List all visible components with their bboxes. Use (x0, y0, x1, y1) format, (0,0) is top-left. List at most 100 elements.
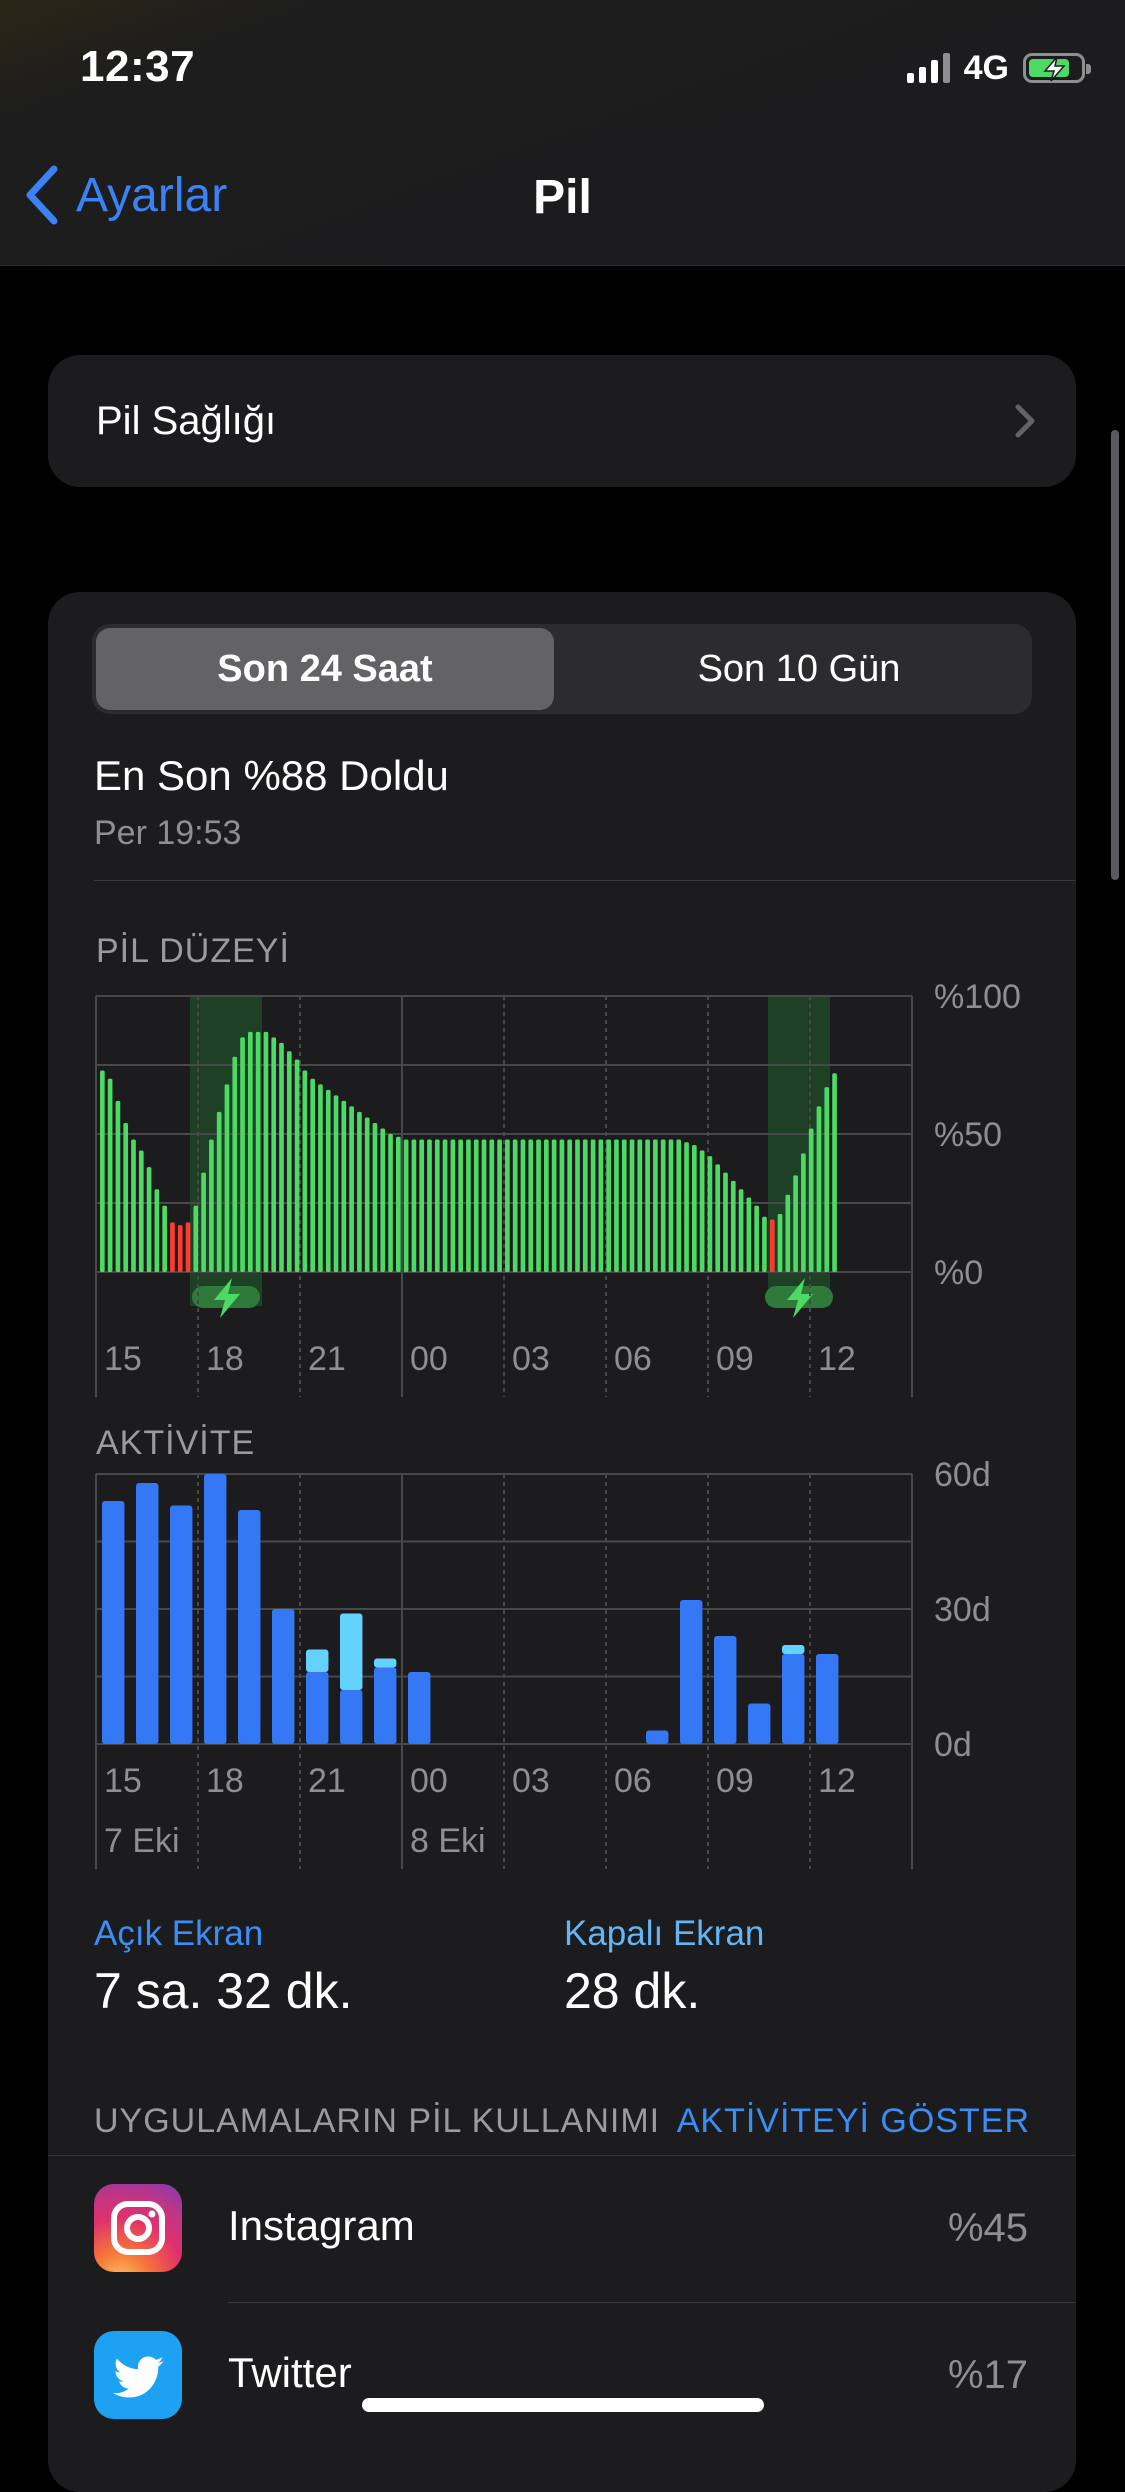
battery-level-bar (411, 1139, 417, 1272)
segment-last-24-hours[interactable]: Son 24 Saat (96, 628, 554, 710)
battery-level-bar (240, 1037, 245, 1272)
battery-level-bar (582, 1139, 588, 1272)
home-indicator[interactable] (362, 2398, 764, 2412)
app-row-instagram[interactable]: Instagram %45 (48, 2156, 1076, 2302)
battery-level-bar (590, 1139, 596, 1272)
battery-level-bar (138, 1150, 144, 1272)
x-tick-label: 00 (410, 1762, 448, 1800)
app-row-twitter[interactable]: Twitter %17 (48, 2303, 1076, 2449)
battery-level-bar (777, 1214, 783, 1272)
battery-level-bar (263, 1031, 269, 1272)
battery-level-bar (653, 1139, 658, 1272)
battery-level-bar (715, 1164, 721, 1272)
battery-level-bar (380, 1128, 386, 1272)
screen-on-bar (374, 1667, 397, 1744)
battery-level-bar (458, 1139, 463, 1272)
battery-level-bar (209, 1139, 214, 1272)
battery-level-bar (279, 1042, 284, 1272)
battery-level-bar (505, 1139, 510, 1272)
show-activity-button[interactable]: AKTİVİTEYİ GÖSTER (677, 2102, 1030, 2141)
date-label: 7 Eki (104, 1822, 180, 1860)
screen-on-bar (306, 1672, 329, 1744)
app-percent: %17 (947, 2353, 1028, 2397)
battery-level-bar (824, 1087, 830, 1272)
scrollbar[interactable] (1111, 430, 1119, 880)
app-name: Twitter (228, 2349, 352, 2396)
battery-level-bar (785, 1194, 791, 1272)
y-tick-label: 0d (934, 1726, 972, 1764)
screen-on-bar (136, 1483, 159, 1744)
screen-off-bar (782, 1645, 805, 1654)
battery-level-bar (450, 1139, 456, 1272)
battery-level-bar (310, 1078, 315, 1272)
battery-level-bar (364, 1117, 370, 1272)
battery-level-bar (403, 1139, 409, 1272)
twitter-icon (94, 2331, 182, 2419)
battery-level-bar (832, 1073, 837, 1272)
battery-usage-card: Son 24 Saat Son 10 Gün En Son %88 Doldu … (48, 592, 1076, 2492)
status-time: 12:37 (80, 42, 196, 91)
battery-level-bar (754, 1205, 759, 1272)
x-tick-label: 12 (818, 1340, 856, 1378)
x-tick-label: 06 (614, 1762, 652, 1800)
battery-level-bar (769, 1219, 775, 1272)
battery-level-bar (723, 1172, 728, 1272)
battery-level-bar (177, 1225, 183, 1272)
battery-level-bar (170, 1222, 175, 1272)
battery-level-bar (442, 1139, 448, 1272)
battery-level-bar (621, 1139, 627, 1272)
page-title: Pil (533, 171, 592, 224)
y-tick-label: %50 (934, 1116, 1002, 1154)
date-label: 8 Eki (410, 1822, 486, 1860)
battery-level-bar (372, 1122, 378, 1272)
app-name: Instagram (228, 2202, 415, 2249)
battery-level-bar (286, 1051, 292, 1272)
battery-level-bar (232, 1056, 238, 1272)
last-charge-date: Per 19:53 (94, 814, 242, 852)
battery-level-bar (699, 1150, 705, 1272)
battery-level-bar (154, 1189, 160, 1272)
battery-level-bar (536, 1139, 541, 1272)
app-percent: %45 (947, 2206, 1028, 2250)
screen-off-bar (340, 1613, 363, 1690)
y-tick-label: 30d (934, 1591, 991, 1629)
screen-off-value: 28 dk. (564, 1963, 701, 2019)
battery-level-bar (123, 1122, 129, 1272)
battery-level-bar (746, 1197, 752, 1272)
battery-level-bar (224, 1084, 230, 1272)
segment-last-10-days[interactable]: Son 10 Gün (570, 628, 1028, 710)
battery-level-bar (201, 1172, 206, 1272)
battery-level-bar (302, 1070, 308, 1272)
battery-level-bar (481, 1139, 487, 1272)
battery-level-bar (248, 1031, 253, 1272)
battery-level-bar (684, 1142, 689, 1272)
battery-level-bar (520, 1139, 526, 1272)
battery-health-row[interactable]: Pil Sağlığı (48, 355, 1076, 487)
battery-level-bar (427, 1139, 432, 1272)
battery-charging-icon (1023, 53, 1091, 83)
battery-level-chart: %100 %50 %0 15 18 21 00 03 06 09 12 (95, 978, 1021, 1397)
battery-level-bar (396, 1136, 401, 1272)
screen-on-value: 7 sa. 32 dk. (94, 1963, 353, 2019)
battery-level-bar (131, 1139, 136, 1272)
battery-level-bar (567, 1139, 573, 1272)
x-tick-label: 15 (104, 1762, 142, 1800)
screen-off-bar (374, 1658, 397, 1668)
x-tick-label: 09 (716, 1340, 754, 1378)
battery-level-bar (645, 1139, 650, 1272)
battery-level-bar (707, 1156, 713, 1272)
battery-level-bar (793, 1175, 798, 1272)
battery-level-bar (738, 1189, 744, 1272)
battery-level-bar (325, 1089, 331, 1272)
battery-level-bar (341, 1100, 347, 1272)
battery-level-bar (294, 1059, 300, 1272)
screen-off-bar (306, 1649, 329, 1672)
screen-on-bar (408, 1672, 431, 1744)
instagram-icon (94, 2184, 182, 2272)
screen-on-bar (102, 1501, 125, 1744)
battery-level-bar (318, 1084, 323, 1272)
last-charge-title: En Son %88 Doldu (94, 752, 449, 799)
battery-level-bar (598, 1139, 604, 1272)
battery-level-bar (559, 1139, 565, 1272)
battery-level-bar (146, 1167, 152, 1272)
